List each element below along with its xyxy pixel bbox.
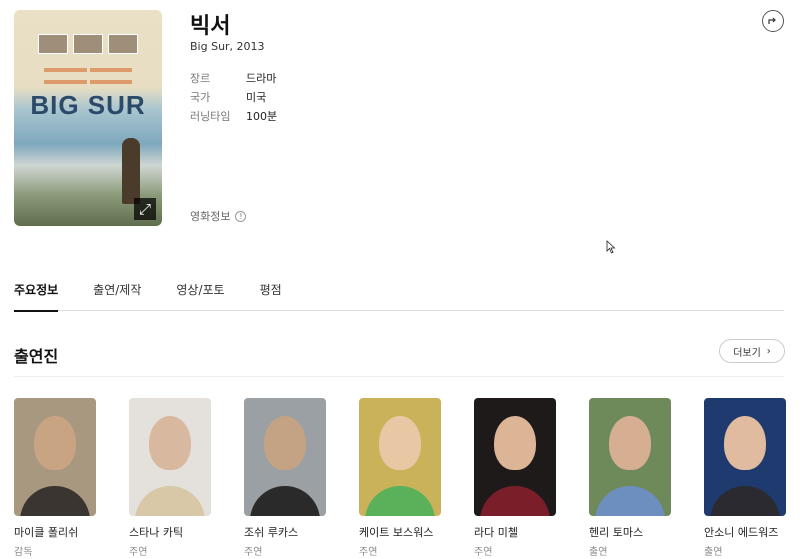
poster-figure: [122, 138, 140, 204]
cast-photo: [474, 398, 556, 516]
info-icon: !: [235, 210, 247, 222]
meta-value: 100분: [246, 109, 278, 123]
cast-card[interactable]: 마이클 폴리쉬 감독: [14, 398, 129, 558]
meta-value: 미국: [246, 90, 267, 104]
cast-list: 마이클 폴리쉬 감독 스타나 카틱 주연 조쉬 루카스 주연 케이트 보스워스 …: [14, 398, 786, 558]
movie-meta: 장르 드라마 국가 미국 러닝타임 100분: [190, 68, 277, 125]
cast-card[interactable]: 조쉬 루카스 주연: [244, 398, 359, 558]
movie-info-link[interactable]: 영화정보 !: [190, 208, 247, 224]
cast-photo: [244, 398, 326, 516]
meta-value: 드라마: [246, 71, 277, 85]
cast-name: 라다 미첼: [474, 526, 518, 539]
share-icon[interactable]: [762, 10, 784, 32]
cast-card[interactable]: 안소니 에드워즈 출연: [704, 398, 786, 558]
meta-label: 장르: [190, 71, 211, 85]
meta-label: 국가: [190, 90, 211, 104]
poster-credits: [44, 68, 132, 88]
cast-role: 출연: [589, 547, 608, 558]
poster-title: BIG SUR: [30, 90, 146, 120]
section-divider: [14, 376, 784, 377]
cast-role: 감독: [14, 547, 33, 558]
more-button[interactable]: 더보기 ›: [719, 339, 785, 363]
cast-name: 헨리 토마스: [589, 526, 644, 539]
more-button-label: 더보기: [733, 347, 761, 359]
meta-row-genre: 장르 드라마: [190, 68, 277, 87]
expand-icon[interactable]: ⤢: [134, 198, 156, 220]
cast-name: 안소니 에드워즈: [704, 526, 779, 539]
mouse-cursor-icon: [606, 240, 616, 254]
poster-photo-strip: [38, 34, 138, 54]
cast-photo: [704, 398, 786, 516]
movie-info-label: 영화정보: [190, 210, 231, 223]
cast-name: 마이클 폴리쉬: [14, 526, 79, 539]
cast-card[interactable]: 라다 미첼 주연: [474, 398, 589, 558]
meta-label: 러닝타임: [190, 109, 231, 123]
tab-bar: 주요정보 출연/제작 영상/포토 평점: [14, 280, 784, 312]
cast-role: 주연: [244, 547, 263, 558]
cast-photo: [589, 398, 671, 516]
meta-row-country: 국가 미국: [190, 87, 277, 106]
cast-role: 주연: [359, 547, 378, 558]
cast-photo: [14, 398, 96, 516]
cast-role: 출연: [704, 547, 723, 558]
meta-row-runtime: 러닝타임 100분: [190, 106, 277, 125]
chevron-right-icon: ›: [766, 345, 771, 357]
tab-video-photo[interactable]: 영상/포토: [176, 280, 224, 311]
movie-title: 빅서: [190, 14, 231, 39]
cast-photo: [359, 398, 441, 516]
cast-role: 주연: [474, 547, 493, 558]
cast-name: 스타나 카틱: [129, 526, 184, 539]
movie-poster[interactable]: BIG SUR ⤢: [14, 10, 162, 226]
cast-section-title: 출연진: [14, 347, 59, 366]
tab-main-info[interactable]: 주요정보: [14, 280, 59, 312]
cast-name: 조쉬 루카스: [244, 526, 299, 539]
cast-card[interactable]: 헨리 토마스 출연: [589, 398, 704, 558]
tab-cast-crew[interactable]: 출연/제작: [93, 280, 141, 311]
tab-rating[interactable]: 평점: [260, 280, 282, 311]
cast-card[interactable]: 케이트 보스워스 주연: [359, 398, 474, 558]
cast-card[interactable]: 스타나 카틱 주연: [129, 398, 244, 558]
cast-name: 케이트 보스워스: [359, 526, 434, 539]
cast-role: 주연: [129, 547, 148, 558]
movie-subtitle: Big Sur, 2013: [190, 40, 265, 53]
cast-photo: [129, 398, 211, 516]
